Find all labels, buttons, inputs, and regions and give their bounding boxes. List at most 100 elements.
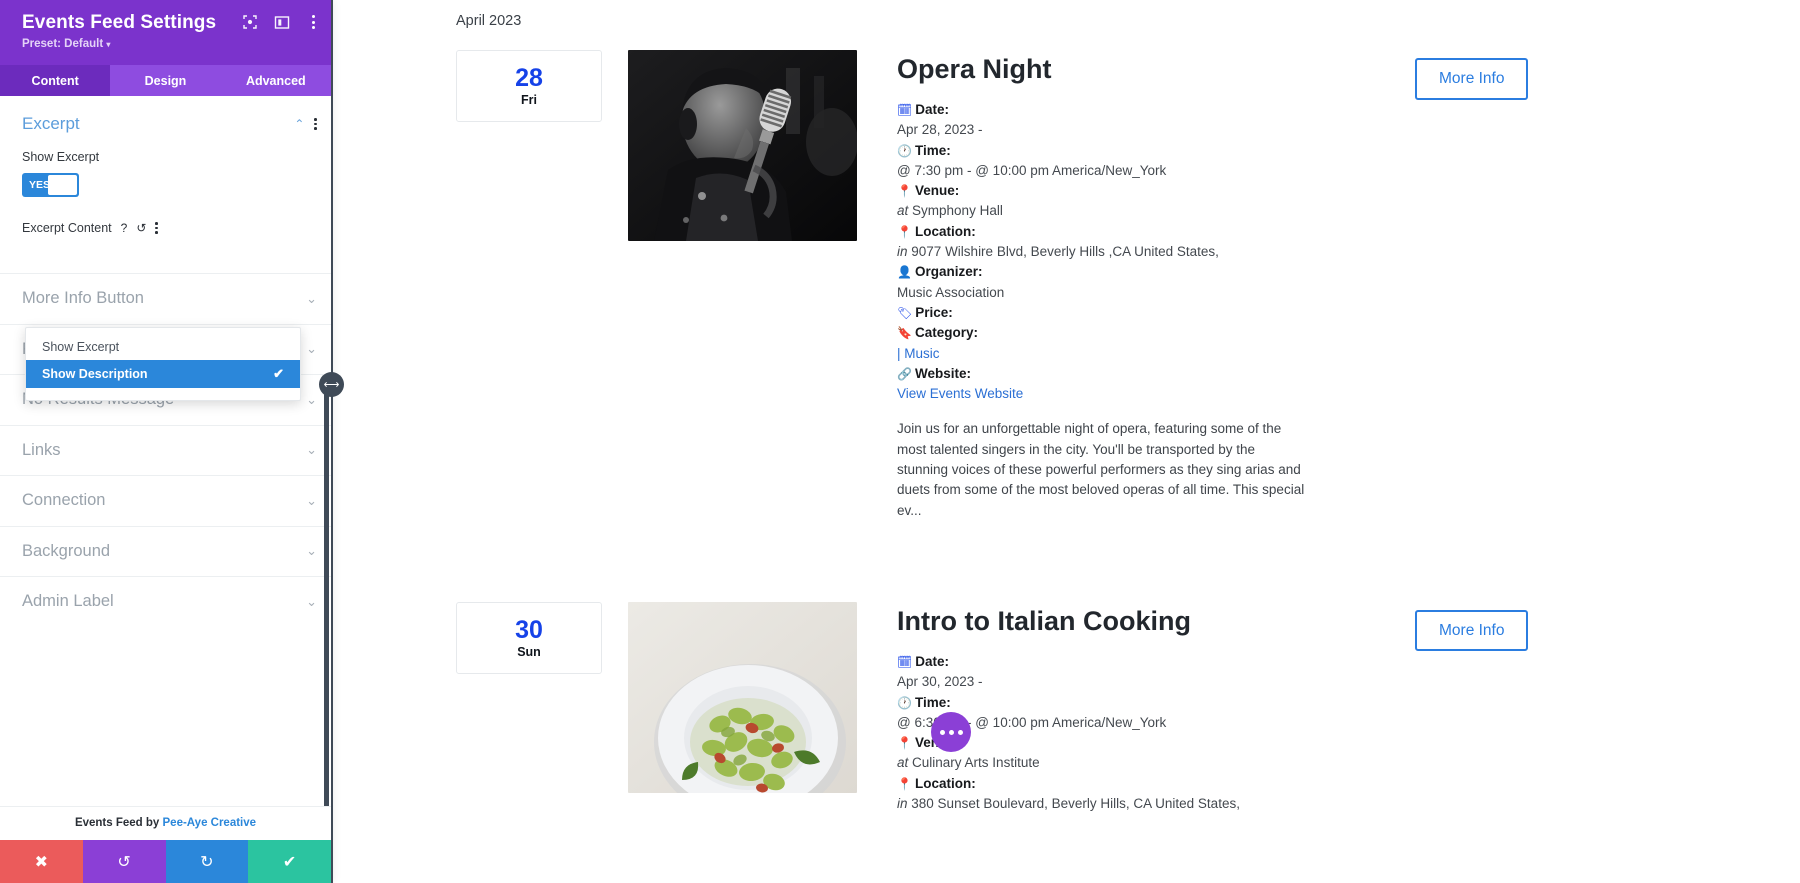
toggle-value: YES [29,179,51,191]
more-info-button[interactable]: More Info [1415,609,1529,652]
cancel-button[interactable]: ✖ [0,840,83,883]
event-day: 28 [515,64,543,92]
pin-icon: 📍 [897,776,912,791]
meta-value: 9077 Wilshire Blvd, Beverly Hills ,CA Un… [911,244,1219,260]
more-info-wrapper: More Info [1415,50,1529,100]
credit-link[interactable]: Pee-Aye Creative [163,817,257,829]
header-overflow-menu-icon[interactable] [306,13,321,31]
event-description: Join us for an unforgettable night of op… [897,421,1305,518]
meta-date-value: Apr 28, 2023 - [897,122,983,138]
sidebar-item-links[interactable]: Links ⌄ [0,424,331,476]
meta-key: Price: [915,304,953,320]
tab-design[interactable]: Design [110,65,221,96]
category-link[interactable]: | Music [897,346,940,361]
accordion-label: Connection [22,491,106,510]
dropdown-option-show-excerpt[interactable]: Show Excerpt [26,334,300,360]
sidebar-action-bar: ✖ ↺ ↻ ✔ [0,840,331,883]
floating-options-button[interactable] [931,712,971,752]
event-date-box: 30 Sun [456,601,602,674]
meta-venue-value: at Symphony Hall [897,201,1307,221]
chevron-down-icon: ⌄ [306,442,317,458]
event-thumbnail[interactable] [628,50,857,241]
event-date-box: 28 Fri [456,50,602,122]
event-title[interactable]: Opera Night [897,52,1307,86]
undo-button[interactable]: ↺ [82,840,166,883]
meta-key: Date: [915,102,949,117]
help-icon[interactable]: ? [121,222,128,234]
chevron-down-icon: ⌄ [306,290,317,306]
excerpt-content-dropdown[interactable]: Show Excerpt Show Description ✔ [25,327,301,401]
meta-key: Location: [914,223,976,239]
meta-key: Organizer: [914,264,983,280]
meta-organizer-value: Music Association [897,284,1005,300]
month-heading: April 2023 [456,13,522,29]
meta-time-value: @ 7:30 pm - @ 10:00 pm America/New_York [897,162,1167,178]
accordion-label: Background [22,541,111,560]
website-link[interactable]: View Events Website [897,386,1023,401]
meta-website-value: View Events Website [897,384,1307,404]
event-weekday: Sun [517,644,541,659]
excerpt-section-header[interactable]: Excerpt ⌃ [0,96,331,144]
sidebar-item-admin-label[interactable]: Admin Label ⌄ [0,576,331,627]
tab-advanced[interactable]: Advanced [220,65,331,96]
meta-price: 🏷 Price: [897,303,1307,323]
more-info-wrapper: More Info [1415,602,1529,652]
redo-button[interactable]: ↻ [165,840,249,883]
pin-icon: 📍 [897,736,912,751]
meta-prefix: in [897,796,908,812]
panel-layout-icon[interactable] [274,15,290,30]
sidebar-credit: Events Feed by Pee-Aye Creative [0,806,331,840]
sidebar-item-more-info-button[interactable]: More Info Button ⌄ [0,273,331,324]
event-thumbnail[interactable] [628,601,857,793]
event-weekday: Fri [521,93,537,107]
more-info-button[interactable]: More Info [1415,58,1529,100]
sidebar-scroll-body: Excerpt ⌃ Show Excerpt YES Excerpt Conte… [0,96,331,806]
divi-builder-screen: Events Feed Settings Preset: Default ▾ C… [0,0,1800,883]
dropdown-option-show-description[interactable]: Show Description ✔ [26,360,300,388]
calendar-icon: 🗓 [897,103,913,117]
preset-selector[interactable]: Preset: Default ▾ [22,38,317,50]
chevron-down-icon: ▾ [106,40,111,49]
meta-prefix: at [897,755,909,771]
meta-key: Time: [914,694,951,710]
show-excerpt-toggle[interactable]: YES [22,173,79,197]
bookmark-icon: 🔖 [897,326,912,341]
meta-prefix: in [897,244,908,260]
check-icon: ✔ [273,366,284,381]
tab-content[interactable]: Content [0,65,111,96]
meta-key: Category: [914,325,978,341]
excerpt-content-label: Excerpt Content [22,221,112,235]
field-options-menu-icon[interactable] [155,222,158,234]
chevron-down-icon: ⌄ [306,543,317,559]
sidebar-item-connection[interactable]: Connection ⌄ [0,475,331,526]
reset-icon[interactable]: ↺ [136,222,146,234]
chevron-up-icon[interactable]: ⌃ [294,117,304,131]
meta-organizer: 👤 Organizer: [897,262,1307,282]
sidebar-item-background[interactable]: Background ⌄ [0,525,331,577]
sidebar-scrollbar[interactable] [324,386,329,806]
preset-label: Preset: Default [22,38,104,50]
sidebar-header: Events Feed Settings Preset: Default ▾ [0,0,331,65]
meta-date: 🗓 Date: [897,652,1307,672]
accordion-label: More Info Button [22,289,144,308]
chevron-down-icon: ⌄ [306,341,317,357]
save-button[interactable]: ✔ [248,840,331,883]
credit-prefix: Events Feed by [74,817,163,829]
show-excerpt-label: Show Excerpt [22,150,100,164]
toggle-knob [48,175,77,195]
event-day: 30 [515,615,543,644]
meta-time: 🕐 Time: [897,141,1307,161]
sidebar-resize-handle[interactable]: ⟷ [319,372,344,397]
meta-key: Website: [914,365,971,381]
meta-prefix: at [897,203,909,219]
dropdown-option-label: Show Excerpt [42,340,120,354]
calendar-icon: 🗓 [897,654,913,669]
accordion-label: Links [22,440,61,459]
chevron-down-icon: ⌄ [306,492,317,508]
event-title[interactable]: Intro to Italian Cooking [897,604,1307,638]
focus-target-icon[interactable] [242,14,258,30]
meta-location-value: in 9077 Wilshire Blvd, Beverly Hills ,CA… [897,242,1307,262]
excerpt-section-menu-icon[interactable] [314,118,317,130]
event-row: 30 Sun Intro to Italian Cooking 🗓 Date: … [331,601,1800,814]
meta-category-value: | Music [897,344,1307,364]
